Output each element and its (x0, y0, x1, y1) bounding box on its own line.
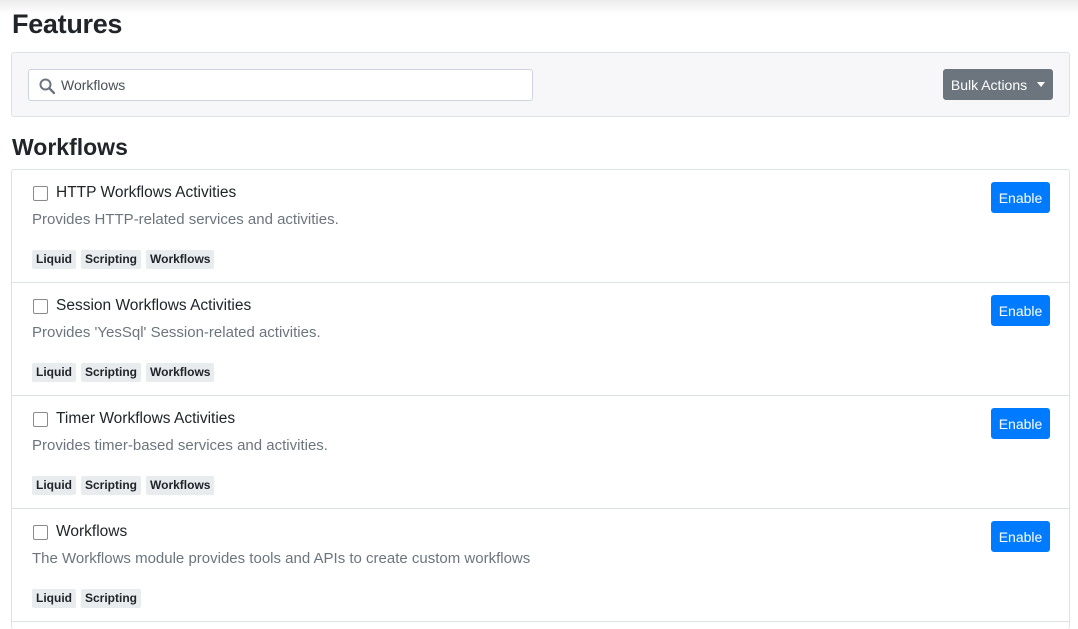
search-icon (39, 78, 55, 94)
feature-item: HTTP Workflows Activities Provides HTTP-… (12, 170, 1069, 283)
tag: Workflows (146, 363, 215, 382)
feature-checkbox[interactable] (33, 525, 48, 540)
search-box[interactable] (28, 69, 533, 101)
tag: Liquid (32, 250, 76, 269)
feature-tags: Liquid Scripting Workflows (32, 363, 215, 382)
tag: Liquid (32, 476, 76, 495)
tag: Scripting (81, 589, 142, 608)
search-input[interactable] (61, 70, 526, 100)
page-title: Features (12, 9, 123, 39)
feature-checkbox[interactable] (33, 299, 48, 314)
filter-bar: Bulk Actions (11, 52, 1070, 117)
tag: Liquid (32, 363, 76, 382)
enable-button[interactable]: Enable (991, 295, 1050, 326)
feature-description: Provides 'YesSql' Session-related activi… (32, 324, 321, 341)
feature-item: Workflows The Workflows module provides … (12, 509, 1069, 622)
feature-item: Timer Workflows Activities Provides time… (12, 396, 1069, 509)
feature-name: HTTP Workflows Activities (56, 184, 237, 201)
top-shadow (0, 0, 1078, 14)
feature-description: Provides HTTP-related services and activ… (32, 211, 339, 228)
enable-button[interactable]: Enable (991, 521, 1050, 552)
section-title: Workflows (12, 134, 128, 160)
feature-description: Provides timer-based services and activi… (32, 437, 328, 454)
feature-tags: Liquid Scripting Workflows (32, 476, 215, 495)
caret-down-icon (1037, 82, 1046, 87)
enable-button[interactable]: Enable (991, 408, 1050, 439)
enable-button[interactable]: Enable (991, 182, 1050, 213)
feature-checkbox[interactable] (33, 186, 48, 201)
feature-tags: Liquid Scripting Workflows (32, 250, 215, 269)
feature-name: Session Workflows Activities (56, 297, 252, 314)
feature-description: The Workflows module provides tools and … (32, 550, 531, 567)
bulk-actions-button[interactable]: Bulk Actions (943, 69, 1053, 100)
tag: Scripting (81, 250, 142, 269)
tag: Scripting (81, 363, 142, 382)
feature-checkbox[interactable] (33, 412, 48, 427)
feature-name: Workflows (56, 523, 128, 540)
bulk-actions-label: Bulk Actions (950, 76, 1028, 93)
tag: Liquid (32, 589, 76, 608)
tag: Workflows (146, 250, 215, 269)
feature-item: Session Workflows Activities Provides 'Y… (12, 283, 1069, 396)
tag: Scripting (81, 476, 142, 495)
tag: Workflows (146, 476, 215, 495)
feature-tags: Liquid Scripting (32, 589, 142, 608)
feature-list: HTTP Workflows Activities Provides HTTP-… (11, 169, 1070, 629)
feature-name: Timer Workflows Activities (56, 410, 236, 427)
